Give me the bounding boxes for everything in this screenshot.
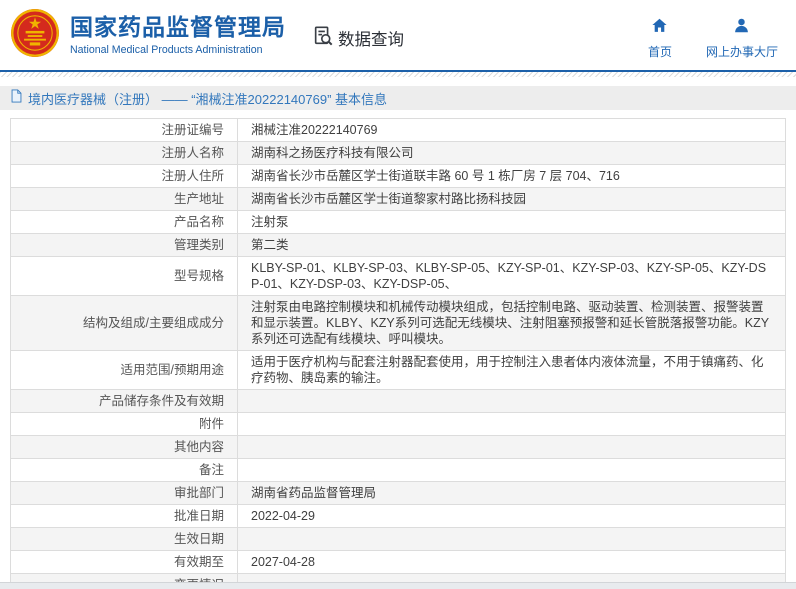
field-label: 适用范围/预期用途 <box>10 350 238 390</box>
info-table-body: 注册证编号 湘械注准20222140769 注册人名称 湖南科之扬医疗科技有限公司 注册… <box>10 118 786 589</box>
field-label: 生效日期 <box>10 527 238 551</box>
field-value <box>237 389 786 413</box>
field-value: 湖南科之扬医疗科技有限公司 <box>237 141 786 165</box>
page-subtitle: National Medical Products Administration <box>70 44 263 56</box>
breadcrumb-text: 境内医疗器械（注册） —— “湘械注准20222140769” 基本信息 <box>28 91 388 107</box>
field-value: 湘械注准20222140769 <box>237 118 786 142</box>
home-icon <box>651 17 668 39</box>
table-row: 适用范围/预期用途 适用于医疗机构与配套注射器配套使用，用于控制注入患者体内液体流… <box>10 350 786 390</box>
table-row: 型号规格 KLBY-SP-01、KLBY-SP-03、KLBY-SP-05、KZY… <box>10 256 786 296</box>
table-row: 注册人住所 湖南省长沙市岳麓区学士街道联丰路 60 号 1 栋厂房 7 层 704… <box>10 164 786 188</box>
field-label: 产品储存条件及有效期 <box>10 389 238 413</box>
registration-info: 注册证编号 湘械注准20222140769 注册人名称 湖南科之扬医疗科技有限公司 注册… <box>10 118 786 589</box>
table-row: 结构及组成/主要组成成分 注射泵由电路控制模块和机械传动模块组成，包括控制电路、驱… <box>10 295 786 351</box>
user-icon <box>733 17 750 39</box>
title-block: 国家药品监督管理局 National Medical Products Admi… <box>70 13 286 57</box>
field-value: 湖南省药品监督管理局 <box>237 481 786 505</box>
table-row: 生效日期 <box>10 527 786 551</box>
field-value <box>237 527 786 551</box>
table-row: 生产地址 湖南省长沙市岳麓区学士街道黎家村路比扬科技园 <box>10 187 786 211</box>
field-label: 有效期至 <box>10 550 238 574</box>
field-value: 2022-04-29 <box>237 504 786 528</box>
table-row: 审批部门 湖南省药品监督管理局 <box>10 481 786 505</box>
info-table: 注册证编号 湘械注准20222140769 注册人名称 湖南科之扬医疗科技有限公司 注册… <box>10 118 786 589</box>
table-row: 备注 <box>10 458 786 482</box>
table-row: 注册证编号 湘械注准20222140769 <box>10 118 786 142</box>
page-title: 国家药品监督管理局 <box>70 14 286 40</box>
field-value: 2027-04-28 <box>237 550 786 574</box>
field-value <box>237 435 786 459</box>
national-emblem-icon <box>10 8 60 63</box>
field-label: 其他内容 <box>10 435 238 459</box>
field-label: 管理类别 <box>10 233 238 257</box>
table-row: 产品储存条件及有效期 <box>10 389 786 413</box>
header: 国家药品监督管理局 National Medical Products Admi… <box>0 0 796 72</box>
nav-service-hall-label: 网上办事大厅 <box>705 44 778 59</box>
data-query-label: 数据查询 <box>338 31 404 49</box>
document-icon <box>10 89 23 108</box>
table-row: 其他内容 <box>10 435 786 459</box>
header-divider <box>0 72 796 77</box>
table-row: 注册人名称 湖南科之扬医疗科技有限公司 <box>10 141 786 165</box>
field-value: 湖南省长沙市岳麓区学士街道联丰路 60 号 1 栋厂房 7 层 704、716 <box>237 164 786 188</box>
table-row: 管理类别 第二类 <box>10 233 786 257</box>
table-row: 有效期至 2027-04-28 <box>10 550 786 574</box>
field-label: 产品名称 <box>10 210 238 234</box>
breadcrumb: 境内医疗器械（注册） —— “湘械注准20222140769” 基本信息 <box>0 86 796 110</box>
table-row: 附件 <box>10 412 786 436</box>
field-label: 备注 <box>10 458 238 482</box>
field-value: 适用于医疗机构与配套注射器配套使用，用于控制注入患者体内液体流量，不用于镇痛药、… <box>237 350 786 390</box>
field-value: 注射泵由电路控制模块和机械传动模块组成，包括控制电路、驱动装置、检测装置、报警装… <box>237 295 786 351</box>
field-value: 注射泵 <box>237 210 786 234</box>
search-document-icon <box>312 25 334 52</box>
nav-service-hall[interactable]: 网上办事大厅 <box>706 17 778 60</box>
field-label: 批准日期 <box>10 504 238 528</box>
field-value: 第二类 <box>237 233 786 257</box>
field-value: 湖南省长沙市岳麓区学士街道黎家村路比扬科技园 <box>237 187 786 211</box>
field-label: 审批部门 <box>10 481 238 505</box>
field-value: KLBY-SP-01、KLBY-SP-03、KLBY-SP-05、KZY-SP-… <box>237 256 786 296</box>
field-value <box>237 458 786 482</box>
field-label: 注册人名称 <box>10 141 238 165</box>
field-label: 注册证编号 <box>10 118 238 142</box>
field-label: 注册人住所 <box>10 164 238 188</box>
field-label: 生产地址 <box>10 187 238 211</box>
nav-home[interactable]: 首页 <box>648 17 672 60</box>
field-label: 结构及组成/主要组成成分 <box>10 295 238 351</box>
top-nav: 首页 网上办事大厅 <box>648 17 778 60</box>
field-value <box>237 412 786 436</box>
field-label: 型号规格 <box>10 256 238 296</box>
nav-home-label: 首页 <box>647 44 672 59</box>
data-query-tab[interactable]: 数据查询 <box>312 25 404 52</box>
table-row: 产品名称 注射泵 <box>10 210 786 234</box>
table-row: 批准日期 2022-04-29 <box>10 504 786 528</box>
field-label: 附件 <box>10 412 238 436</box>
footer-strip <box>0 582 796 589</box>
